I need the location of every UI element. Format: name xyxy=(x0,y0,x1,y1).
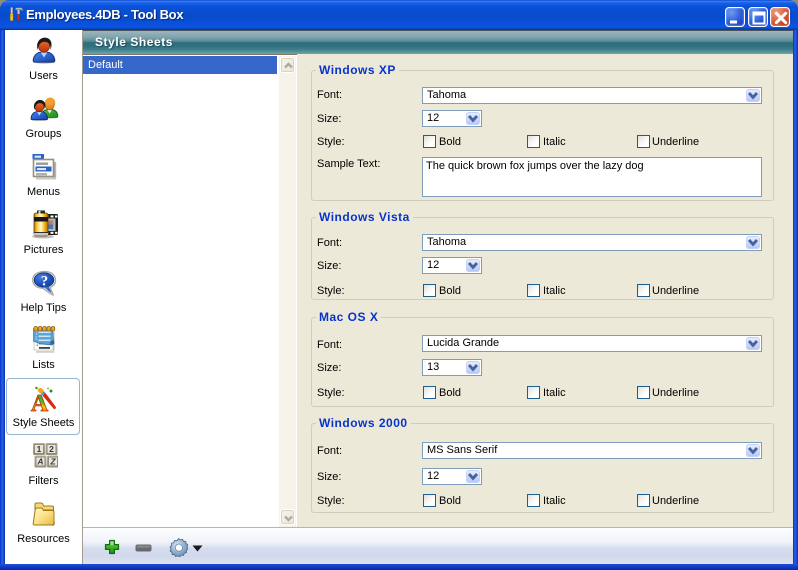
svg-text:2: 2 xyxy=(49,444,54,454)
svg-text:?: ? xyxy=(40,274,47,290)
svg-text:A: A xyxy=(36,456,43,466)
svg-text:Z: Z xyxy=(49,456,56,466)
svg-text:1: 1 xyxy=(36,444,41,454)
